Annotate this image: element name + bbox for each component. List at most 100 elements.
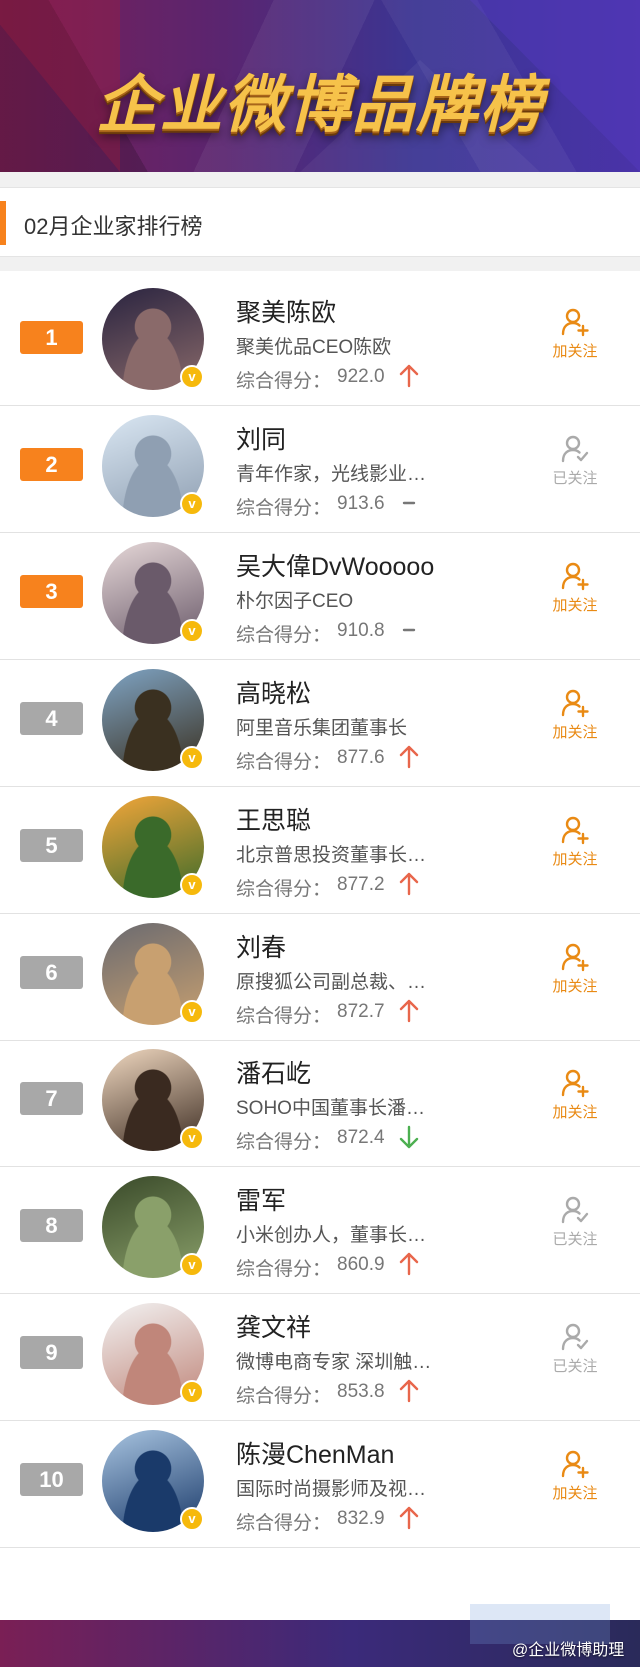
section-title: 02月企业家排行榜 — [24, 214, 203, 239]
trend-flat-icon — [398, 617, 420, 643]
score-label: 综合得分： — [236, 497, 332, 519]
verified-icon: v — [180, 1253, 204, 1278]
user-name[interactable]: 王思聪 — [236, 801, 311, 837]
user-check-icon — [540, 1322, 610, 1352]
list-item[interactable]: 4 v 高晓松阿里音乐集团董事长 综合得分： 877.6 加关注 — [0, 652, 640, 787]
follow-button[interactable]: 加关注 — [540, 688, 610, 748]
user-description: 青年作家，光线影业… — [236, 463, 427, 485]
followed-button[interactable]: 已关注 — [540, 434, 610, 494]
watermark-text: @企业微博助理 — [512, 1642, 625, 1659]
list-item[interactable]: 7 v 潘石屹 SOHO中国董事长潘… 综合得分： 872.4 加关注 — [0, 1032, 640, 1168]
verified-icon: v — [180, 872, 204, 897]
list-item[interactable]: 10 v 陈漫ChenMan 国际时尚摄影师及视… 综合得分： 832.9 加关注 — [0, 1413, 640, 1549]
section-header: 02月企业家排行榜 — [0, 187, 640, 257]
user-plus-icon — [540, 307, 610, 337]
trend-flat-icon — [398, 490, 420, 516]
list-item[interactable]: 3 v 吴大偉DvWooooo 朴尔因子CEO 综合得分： 910.8 加关注 — [0, 525, 640, 660]
rank-badge: 3 — [20, 574, 83, 608]
rank-badge: 6 — [20, 955, 83, 989]
user-name[interactable]: 高晓松 — [236, 674, 311, 710]
rank-badge: 2 — [20, 447, 83, 481]
user-name[interactable]: 陈漫ChenMan — [236, 1435, 394, 1471]
user-plus-icon — [540, 815, 610, 845]
user-plus-icon — [540, 942, 610, 972]
trend-up-icon — [398, 1378, 420, 1404]
user-name[interactable]: 刘春 — [236, 928, 286, 964]
score-label: 综合得分： — [236, 878, 332, 900]
rank-badge: 4 — [20, 701, 83, 735]
user-description: 北京普思投资董事长… — [236, 844, 427, 866]
user-plus-icon — [540, 1068, 610, 1098]
trend-up-icon — [398, 363, 420, 389]
list-item[interactable]: 1 v 聚美陈欧 聚美优品CEO陈欧 综合得分： 922.0 加关注 — [0, 271, 640, 406]
score-label: 综合得分： — [236, 1386, 332, 1408]
follow-label: 加关注 — [552, 596, 598, 614]
verified-icon: v — [180, 1126, 204, 1151]
follow-label: 已关注 — [552, 469, 598, 487]
list-item[interactable]: 5 v 王思聪 北京普思投资董事长… 综合得分： 877.2 加关注 — [0, 779, 640, 914]
user-check-icon — [540, 1195, 610, 1225]
user-description: 小米创办人，董事长… — [236, 1225, 427, 1247]
verified-icon: v — [180, 618, 204, 643]
user-description: 原搜狐公司副总裁、… — [236, 971, 427, 993]
rank-badge: 7 — [20, 1082, 83, 1116]
user-name[interactable]: 潘石屹 — [236, 1054, 311, 1090]
user-description: 阿里音乐集团董事长 — [236, 717, 408, 739]
score-value: 877.6 — [337, 746, 385, 768]
score-label: 综合得分： — [236, 1259, 332, 1281]
follow-label: 已关注 — [552, 1358, 598, 1376]
verified-icon: v — [180, 491, 204, 516]
score-value: 832.9 — [337, 1508, 385, 1530]
trend-up-icon — [398, 1251, 420, 1277]
user-name[interactable]: 吴大偉DvWooooo — [236, 547, 434, 583]
user-name[interactable]: 龚文祥 — [236, 1308, 311, 1344]
trend-down-icon — [398, 1124, 420, 1150]
follow-button[interactable]: 加关注 — [540, 561, 610, 621]
verified-icon: v — [180, 745, 204, 770]
rank-badge: 1 — [20, 321, 83, 354]
section-accent-bar — [0, 201, 6, 245]
score-value: 872.7 — [337, 1000, 385, 1022]
user-plus-icon — [540, 1449, 610, 1479]
follow-label: 加关注 — [552, 977, 598, 995]
verified-icon: v — [180, 1380, 204, 1405]
list-item[interactable]: 9 v 龚文祥 微博电商专家 深圳触… 综合得分： 853.8 已关注 — [0, 1286, 640, 1422]
rank-badge: 9 — [20, 1336, 83, 1370]
list-item[interactable]: 2 v 刘同青年作家，光线影业… 综合得分： 913.6 已关注 — [0, 398, 640, 533]
follow-label: 已关注 — [552, 1231, 598, 1249]
user-name[interactable]: 刘同 — [236, 420, 286, 456]
user-description: 国际时尚摄影师及视… — [236, 1479, 427, 1501]
trend-up-icon — [398, 998, 420, 1024]
followed-button[interactable]: 已关注 — [540, 1322, 610, 1382]
follow-button[interactable]: 加关注 — [540, 815, 610, 875]
score-value: 872.4 — [337, 1127, 385, 1149]
follow-label: 加关注 — [552, 1485, 598, 1503]
user-name[interactable]: 聚美陈欧 — [236, 293, 336, 329]
rank-badge: 5 — [20, 828, 83, 862]
score-value: 913.6 — [337, 492, 385, 514]
follow-button[interactable]: 加关注 — [540, 1449, 610, 1509]
list-item[interactable]: 6 v 刘春 原搜狐公司副总裁、… 综合得分： 872.7 加关注 — [0, 906, 640, 1041]
follow-label: 加关注 — [552, 1104, 598, 1122]
follow-button[interactable]: 加关注 — [540, 307, 610, 367]
user-name[interactable]: 雷军 — [236, 1181, 286, 1217]
score-value: 853.8 — [337, 1381, 385, 1403]
follow-label: 加关注 — [552, 723, 598, 741]
score-label: 综合得分： — [236, 751, 332, 773]
follow-button[interactable]: 加关注 — [540, 1068, 610, 1128]
follow-button[interactable]: 加关注 — [540, 942, 610, 1002]
verified-icon: v — [180, 1507, 204, 1532]
ranking-list: 1 v 聚美陈欧 聚美优品CEO陈欧 综合得分： 922.0 加关注 2 v 刘同青年作家，光线影… — [0, 271, 640, 1620]
score-label: 综合得分： — [236, 1132, 332, 1154]
list-item[interactable]: 8 v 雷军 小米创办人，董事长… 综合得分： 860.9 已关注 — [0, 1159, 640, 1295]
verified-icon: v — [180, 999, 204, 1024]
trend-up-icon — [398, 871, 420, 897]
user-description: SOHO中国董事长潘… — [236, 1098, 425, 1120]
score-label: 综合得分： — [236, 624, 332, 646]
score-label: 综合得分： — [236, 1513, 332, 1535]
follow-label: 加关注 — [552, 850, 598, 868]
trend-up-icon — [398, 1505, 420, 1531]
followed-button[interactable]: 已关注 — [540, 1195, 610, 1255]
user-plus-icon — [540, 561, 610, 591]
rank-badge: 10 — [20, 1463, 83, 1497]
